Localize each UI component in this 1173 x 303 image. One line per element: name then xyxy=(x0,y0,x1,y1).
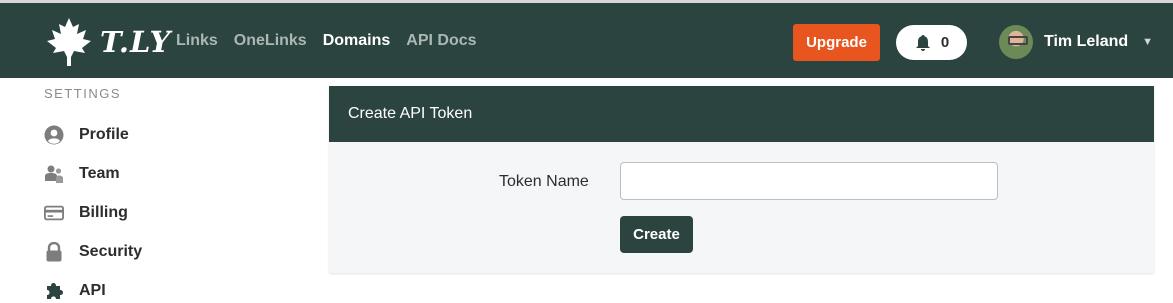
bell-icon xyxy=(915,34,930,51)
chevron-down-icon: ▼ xyxy=(1142,36,1154,48)
create-button[interactable]: Create xyxy=(620,216,693,253)
nav-link-api-docs[interactable]: API Docs xyxy=(406,32,476,50)
puzzle-icon xyxy=(44,281,64,301)
upgrade-button[interactable]: Upgrade xyxy=(793,24,880,61)
top-navbar: T.LY Links OneLinks Domains API Docs Upg… xyxy=(0,0,1173,78)
card-header: Create API Token xyxy=(329,86,1154,142)
settings-sidebar: SETTINGS Profile Team Billing Security A… xyxy=(44,86,264,303)
brand-name: T.LY xyxy=(100,25,172,59)
sidebar-item-security[interactable]: Security xyxy=(44,232,264,271)
sidebar-item-label: API xyxy=(79,281,106,299)
maple-leaf-icon xyxy=(47,18,91,66)
nav-link-onelinks[interactable]: OneLinks xyxy=(234,32,307,50)
sidebar-item-api[interactable]: API xyxy=(44,271,264,303)
nav-link-domains[interactable]: Domains xyxy=(323,32,391,50)
create-token-card: Create API Token Token Name Create xyxy=(329,86,1154,273)
sidebar-item-billing[interactable]: Billing xyxy=(44,193,264,232)
sidebar-title: SETTINGS xyxy=(44,86,122,101)
avatar xyxy=(999,25,1033,59)
sidebar-item-label: Profile xyxy=(79,125,129,143)
sidebar-item-label: Billing xyxy=(79,203,128,221)
token-name-label: Token Name xyxy=(499,173,589,190)
nav-link-links[interactable]: Links xyxy=(176,32,218,50)
sidebar-item-profile[interactable]: Profile xyxy=(44,115,264,154)
sidebar-item-label: Team xyxy=(79,164,120,182)
sidebar-item-label: Security xyxy=(79,242,143,260)
sidebar-item-team[interactable]: Team xyxy=(44,154,264,193)
card-title: Create API Token xyxy=(348,105,473,122)
credit-card-icon xyxy=(44,203,64,223)
user-menu[interactable]: Tim Leland ▼ xyxy=(999,25,1153,59)
users-icon xyxy=(44,164,64,184)
brand-logo[interactable]: T.LY xyxy=(46,17,171,67)
user-name: Tim Leland xyxy=(1044,33,1129,50)
user-circle-icon xyxy=(44,125,64,145)
lock-icon xyxy=(44,241,64,262)
notification-count: 0 xyxy=(940,34,950,51)
main-nav: Links OneLinks Domains API Docs xyxy=(176,32,493,50)
token-name-input[interactable] xyxy=(620,162,998,200)
notifications-button[interactable]: 0 xyxy=(896,25,967,60)
